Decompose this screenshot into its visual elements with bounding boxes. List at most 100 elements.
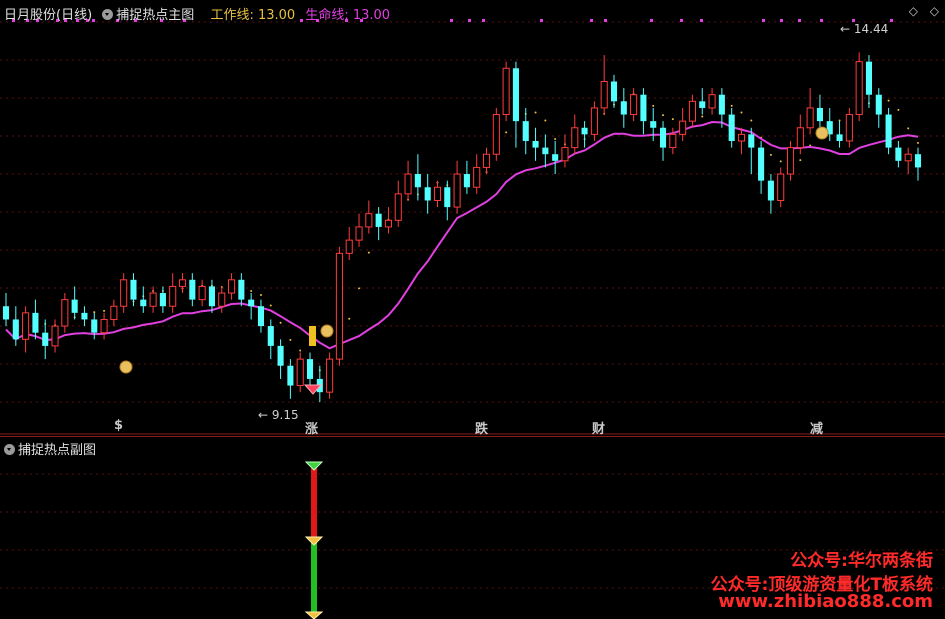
candle-body — [816, 107, 823, 122]
work-line-dot — [505, 131, 508, 134]
main-chart-panel[interactable]: 日月股份(日线) 捕捉热点主图 工作线: 13.00 生命线: 13.00 ◇ … — [0, 0, 945, 437]
sub-indicator-dropdown[interactable]: 捕捉热点副图 — [4, 439, 96, 458]
work-line-dot — [887, 99, 890, 102]
corner-controls: ◇ ◇ — [901, 4, 939, 18]
candle-body — [482, 153, 491, 168]
candle-body — [375, 213, 382, 227]
work-line-dot — [299, 349, 302, 352]
entry-signal-bar — [309, 326, 316, 346]
high-price-label: ← 14.44 — [840, 22, 889, 36]
candle-body — [699, 101, 706, 108]
candle-body — [796, 127, 804, 149]
work-line-dot — [838, 119, 841, 122]
candle-body — [542, 147, 549, 155]
life-line — [5, 120, 919, 350]
sub-green-bar — [311, 541, 317, 613]
candle-body — [32, 312, 39, 333]
candle-body — [120, 279, 128, 307]
expand-icon[interactable]: ◇ — [930, 4, 939, 18]
candle-body — [444, 187, 451, 208]
candle-body — [895, 147, 902, 161]
candle-body — [737, 133, 746, 142]
candle-body — [110, 305, 118, 320]
candle-body — [767, 180, 774, 201]
work-line-dot — [93, 311, 96, 314]
candle-body — [257, 306, 265, 327]
candle-body — [287, 365, 294, 386]
candle-body — [610, 81, 618, 102]
work-line-dot — [769, 153, 772, 156]
dropdown-icon[interactable] — [4, 444, 15, 455]
green-gem-icon — [304, 461, 324, 471]
signal-marker-dot — [540, 19, 543, 22]
signal-marker-dot — [680, 19, 683, 22]
work-line-dot — [289, 338, 292, 341]
work-line-dot — [652, 104, 655, 107]
signal-marker-dot — [604, 19, 607, 22]
candle-body — [786, 147, 795, 175]
candle-body — [522, 121, 529, 141]
signal-rise: 涨 — [305, 422, 319, 437]
work-line-dot — [917, 141, 919, 144]
candle-body — [208, 286, 215, 307]
candle-body — [384, 219, 392, 228]
candle-body — [51, 325, 59, 347]
candle-body — [345, 239, 353, 254]
candle-body — [659, 127, 667, 148]
work-line-dot — [259, 293, 262, 296]
candle-body — [81, 312, 88, 320]
candle-body — [248, 299, 255, 307]
work-line-dot — [269, 304, 272, 307]
candle-body — [178, 279, 187, 287]
signal-marker-dot — [780, 19, 783, 22]
main-chart-canvas[interactable] — [0, 0, 945, 435]
work-line-dot — [779, 160, 782, 163]
work-line-dot — [662, 114, 665, 117]
work-line-dot — [701, 115, 704, 118]
candle-body — [806, 107, 814, 129]
candle-body — [748, 134, 755, 148]
candle-body — [453, 173, 461, 208]
candle-body — [865, 61, 873, 95]
work-line-dot — [250, 289, 253, 292]
life-line-label: 生命线: 13.00 — [305, 8, 391, 23]
money-bag-icon — [119, 360, 133, 374]
candle-body — [2, 306, 10, 320]
candle-body — [238, 279, 245, 300]
signal-marker-dot — [590, 19, 593, 22]
candle-body — [855, 61, 863, 116]
candle-body — [718, 94, 725, 115]
dropdown-icon[interactable] — [102, 9, 114, 20]
signal-marker-dot — [890, 19, 893, 22]
candle-body — [355, 226, 363, 241]
money-bag-icon — [815, 126, 829, 140]
work-line-dot — [367, 251, 370, 254]
signal-marker-dot — [482, 19, 485, 22]
indicator-dropdown[interactable]: 捕捉热点主图 — [102, 8, 200, 23]
indicator-name: 捕捉热点主图 — [116, 8, 195, 23]
work-line-label: 工作线: 13.00 — [210, 8, 296, 23]
signal-fall: 跌 — [475, 422, 489, 437]
candle-body — [189, 279, 196, 300]
diamond-icon[interactable]: ◇ — [909, 4, 918, 18]
candle-body — [159, 293, 166, 307]
candle-body — [433, 186, 442, 201]
candle-body — [414, 174, 421, 188]
candle-body — [571, 127, 579, 149]
work-line-dot — [358, 287, 361, 290]
candle-body — [758, 147, 765, 181]
candle-body — [777, 173, 785, 201]
candle-body — [424, 187, 431, 201]
stock-title[interactable]: 日月股份(日线) — [4, 8, 92, 23]
low-price-value: 9.15 — [271, 408, 299, 422]
candle-body — [169, 285, 177, 307]
candle-body — [42, 332, 49, 346]
candle-body — [130, 279, 137, 300]
watermark-line1: 公众号:华尔两条街 — [790, 551, 933, 571]
candle-body — [12, 319, 19, 340]
candle-body — [473, 166, 481, 188]
candle-body — [71, 299, 78, 313]
candle-body — [581, 127, 588, 135]
work-line-dot — [740, 111, 743, 114]
candle-body — [914, 154, 922, 168]
